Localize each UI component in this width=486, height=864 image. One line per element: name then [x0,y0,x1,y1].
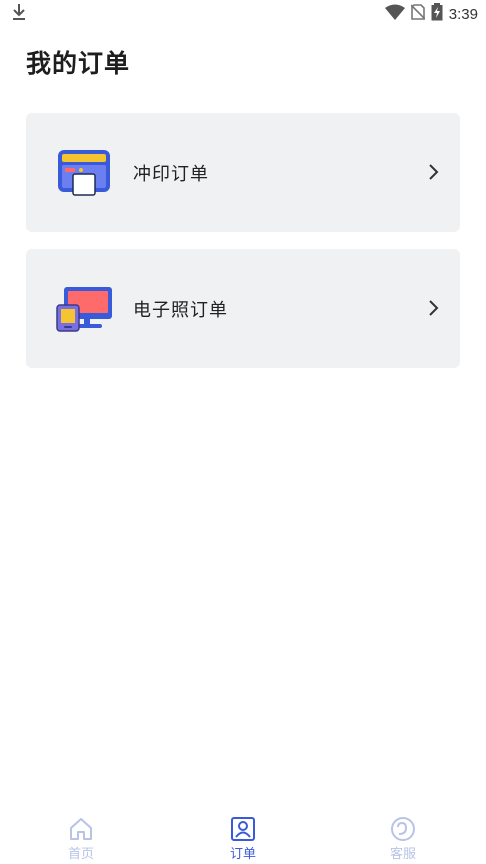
tab-customer-service-label: 客服 [389,847,416,862]
download-icon [12,3,26,25]
orders-icon [230,816,256,842]
chevron-right-icon [426,299,440,317]
status-time: 3:39 [448,5,478,23]
bottom-tab-bar: 首页 订单 客服 [0,806,486,864]
tab-home-label: 首页 [67,847,94,862]
digital-photo-order-icon [56,283,112,333]
print-order-icon [56,147,112,197]
chevron-right-icon [426,163,440,181]
tab-home[interactable]: 首页 [21,806,141,864]
print-order-card[interactable]: 冲印订单 [26,113,460,232]
tab-customer-service[interactable]: 客服 [343,806,463,864]
customer-service-icon [390,816,416,842]
no-sim-icon [410,4,426,24]
page-title: 我的订单 [26,49,131,78]
digital-photo-order-card[interactable]: 电子照订单 [26,249,460,368]
tab-orders-label: 订单 [229,847,256,862]
digital-photo-order-label: 电子照订单 [133,300,228,321]
print-order-label: 冲印订单 [133,164,209,185]
tab-orders[interactable]: 订单 [183,806,303,864]
battery-charging-icon [431,3,443,25]
home-icon [68,816,94,842]
wifi-icon [384,4,405,24]
status-bar: 3:39 [0,0,486,28]
